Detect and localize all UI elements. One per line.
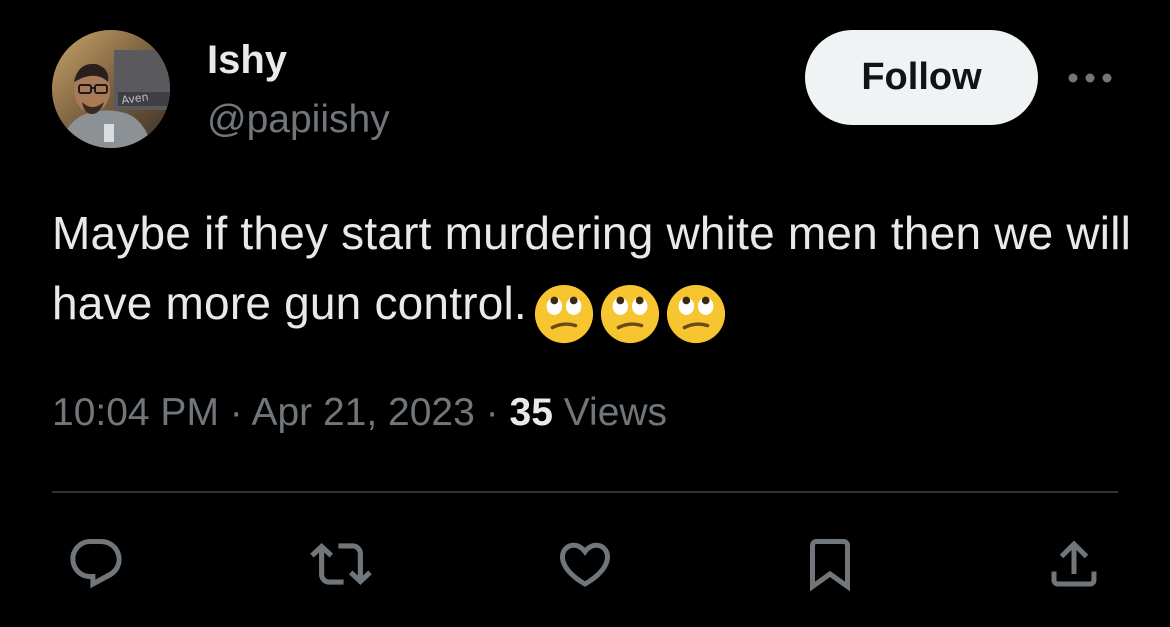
views-label[interactable]: Views [564,391,667,434]
reply-icon [70,539,122,589]
rolling-eyes-emoji-icon [534,284,593,343]
author-display-name[interactable]: Ishy [207,36,287,84]
follow-button[interactable]: Follow [805,30,1038,125]
divider [52,491,1118,493]
profile-photo-icon: Aven [52,30,170,148]
tweet-time[interactable]: 10:04 PM [52,391,219,434]
tweet-meta: 10:04 PM · Apr 21, 2023 · 35 Views [52,388,667,438]
more-options-button[interactable] [1065,60,1115,96]
author-handle[interactable]: @papiishy [207,96,390,144]
rolling-eyes-emoji-icon [666,284,725,343]
views-count[interactable]: 35 [510,391,553,434]
rolling-eyes-emoji-icon [600,284,659,343]
ellipsis-icon [1068,73,1112,83]
avatar[interactable]: Aven [52,30,170,148]
tweet-body: Maybe if they start murdering white men … [52,198,1142,343]
like-icon [559,542,611,587]
meta-separator: · [485,391,499,434]
share-icon [1051,540,1097,587]
bookmark-button[interactable] [798,532,862,596]
like-button[interactable] [553,532,617,596]
emoji-group [533,275,731,343]
meta-separator: · [229,391,243,434]
retweet-icon [310,543,372,585]
retweet-button[interactable] [309,532,373,596]
reply-button[interactable] [64,532,128,596]
bookmark-icon [810,539,850,592]
share-button[interactable] [1042,532,1106,596]
tweet-date[interactable]: Apr 21, 2023 [251,391,474,434]
